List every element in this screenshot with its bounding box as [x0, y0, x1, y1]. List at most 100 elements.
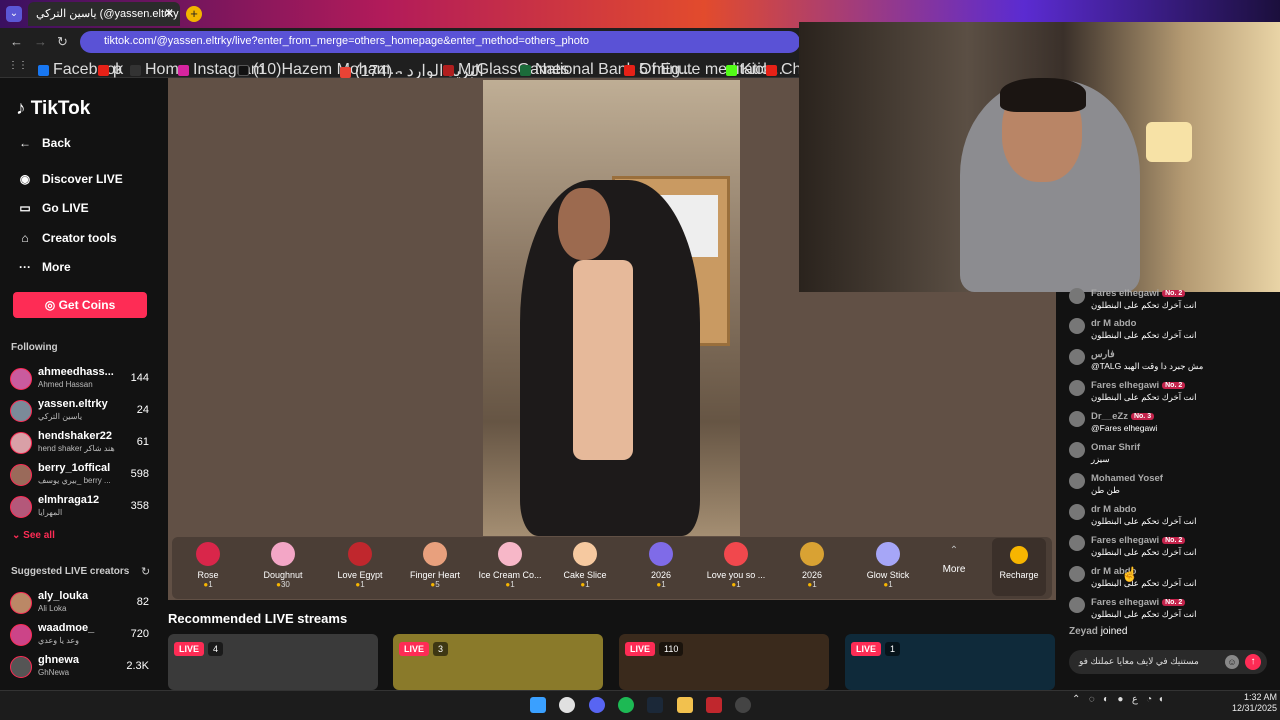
- gift-name: Love Egypt: [337, 570, 383, 580]
- mic-icon[interactable]: ●: [1117, 694, 1123, 705]
- address-bar[interactable]: tiktok.com/@yassen.eltrky/live?enter_fro…: [80, 31, 800, 53]
- gift-item[interactable]: Doughnut ●30: [245, 540, 321, 589]
- close-tab-icon[interactable]: ✕: [164, 6, 174, 20]
- rank-badge: No. 2: [1162, 537, 1186, 544]
- see-all-link[interactable]: ⌄ See all: [12, 530, 55, 541]
- gift-item[interactable]: Love you so ... ●1: [698, 540, 774, 589]
- chat-username[interactable]: فارس: [1091, 349, 1115, 360]
- get-coins-button[interactable]: ◎ Get Coins: [13, 292, 147, 318]
- discover-live-icon: ◉: [19, 172, 31, 186]
- file-explorer-icon[interactable]: [677, 697, 693, 713]
- chat-username[interactable]: Fares elhegawi No. 2: [1091, 380, 1186, 391]
- avatar[interactable]: [1069, 566, 1085, 582]
- more-gifts-button[interactable]: ⌃ More: [936, 545, 972, 575]
- gift-item[interactable]: Love Egypt ●1: [322, 540, 398, 589]
- avatar[interactable]: [1069, 504, 1085, 520]
- discord-icon[interactable]: [589, 697, 605, 713]
- emoji-icon[interactable]: ☺: [1225, 655, 1239, 669]
- gift-item[interactable]: Cake Slice ●1: [547, 540, 623, 589]
- chat-message: Fares elhegawi No. 2 انت آخرك تحكم على الب…: [1069, 535, 1265, 565]
- avatar[interactable]: [1069, 473, 1085, 489]
- more-link[interactable]: ··· More: [16, 260, 71, 274]
- gift-item[interactable]: Glow Stick ●1: [850, 540, 926, 589]
- stream-card[interactable]: LIVE 4: [168, 634, 378, 690]
- suggested-item[interactable]: aly_louka Ali Loka 82: [10, 590, 155, 620]
- apps-icon[interactable]: ⋮⋮: [8, 60, 28, 71]
- stream-card[interactable]: LIVE 110: [619, 634, 829, 690]
- following-item[interactable]: ahmeedhass... Ahmed Hassan 144: [10, 366, 155, 396]
- bookmark-kick[interactable]: Kick: [726, 61, 771, 79]
- windows-start-icon[interactable]: [530, 697, 546, 713]
- reload-icon[interactable]: ↻: [57, 34, 68, 50]
- chevron-up-icon[interactable]: ⌃: [1072, 694, 1080, 705]
- controller-icon[interactable]: ◐: [1103, 694, 1109, 705]
- recharge-button[interactable]: Recharge: [992, 538, 1046, 596]
- suggested-item[interactable]: ghnewa GhNewa 2.3K: [10, 654, 155, 684]
- chat-username[interactable]: Omar Shrif: [1091, 442, 1140, 453]
- wifi-icon[interactable]: ◔: [1146, 694, 1152, 705]
- send-button[interactable]: ↑: [1245, 654, 1261, 670]
- obs-icon[interactable]: [735, 697, 751, 713]
- gift-item[interactable]: Rose ●1: [170, 540, 246, 589]
- chat-message: فارس @TALG مش جبرد دا وقت الهبد: [1069, 349, 1265, 379]
- gift-item[interactable]: Finger Heart ●5: [397, 540, 473, 589]
- go-live-link[interactable]: ▭ Go LIVE: [16, 201, 88, 215]
- network-icon[interactable]: ◌: [1089, 694, 1095, 705]
- gift-icon: [649, 542, 673, 566]
- creator-tools-link[interactable]: ⌂ Creator tools: [16, 231, 116, 245]
- stream-card[interactable]: LIVE 3: [393, 634, 603, 690]
- back-icon[interactable]: ←: [10, 34, 23, 49]
- video-shirt: [573, 260, 633, 460]
- following-item[interactable]: elmhraga12 المهرايا 358: [10, 494, 155, 524]
- gift-item[interactable]: Ice Cream Co... ●1: [472, 540, 548, 589]
- tiktok-logo[interactable]: ♪ TikTok: [16, 98, 90, 120]
- avatar[interactable]: [1069, 442, 1085, 458]
- app-icon[interactable]: [706, 697, 722, 713]
- gift-name: 2026: [801, 570, 823, 580]
- viewer-count: 110: [659, 642, 684, 656]
- browser-tab[interactable]: ياسين التركي (@yassen.eltrky ✕: [28, 2, 180, 26]
- discover-live-link[interactable]: ◉ Discover LIVE: [16, 172, 123, 186]
- gift-item[interactable]: 2026 ●1: [774, 540, 850, 589]
- tab-search-icon[interactable]: ⌄: [6, 6, 22, 22]
- gift-name: Rose: [197, 570, 219, 580]
- new-tab-button[interactable]: +: [186, 6, 202, 22]
- coin-icon: [1010, 546, 1028, 564]
- gift-icon: [271, 542, 295, 566]
- back-button[interactable]: ← Back: [16, 136, 71, 150]
- avatar[interactable]: [1069, 535, 1085, 551]
- refresh-icon[interactable]: ↻: [141, 565, 150, 578]
- avatar[interactable]: [1069, 288, 1085, 304]
- bookmark-p[interactable]: p: [98, 61, 122, 79]
- spotify-icon[interactable]: [618, 697, 634, 713]
- avatar[interactable]: [1069, 380, 1085, 396]
- chrome-icon[interactable]: [559, 697, 575, 713]
- gift-icon: [573, 542, 597, 566]
- following-item[interactable]: berry_1offical بيري يوسف_ berry ... 598: [10, 462, 155, 492]
- gift-icon: [800, 542, 824, 566]
- chat-username[interactable]: dr M abdo: [1091, 318, 1136, 329]
- forward-icon[interactable]: →: [34, 34, 47, 49]
- gift-name: Love you so ...: [706, 570, 766, 580]
- stream-card[interactable]: LIVE 1: [845, 634, 1055, 690]
- avatar[interactable]: [1069, 411, 1085, 427]
- following-item[interactable]: hendshaker22 hend shaker هند شاكر 61: [10, 430, 155, 460]
- chat-username[interactable]: Fares elhegawi No. 2: [1091, 288, 1186, 299]
- chat-username[interactable]: Fares elhegawi No. 2: [1091, 597, 1186, 608]
- volume-icon[interactable]: ◖: [1158, 694, 1164, 705]
- suggested-item[interactable]: waadmoe_ وعد يا وعدي 720: [10, 622, 155, 652]
- avatar[interactable]: [1069, 318, 1085, 334]
- avatar[interactable]: [1069, 597, 1085, 613]
- chat-username[interactable]: dr M abdo: [1091, 504, 1136, 515]
- following-item[interactable]: yassen.eltrky ياسين التركي 24: [10, 398, 155, 428]
- avatar: [10, 592, 32, 614]
- chat-username[interactable]: Mohamed Yosef: [1091, 473, 1163, 484]
- steam-icon[interactable]: [647, 697, 663, 713]
- gift-item[interactable]: 2026 ●1: [623, 540, 699, 589]
- rank-badge: No. 2: [1162, 599, 1186, 606]
- language-indicator[interactable]: ع: [1132, 694, 1138, 705]
- chat-username[interactable]: Fares elhegawi No. 2: [1091, 535, 1186, 546]
- chat-username[interactable]: Dr__eZz No. 3: [1091, 411, 1155, 422]
- avatar[interactable]: [1069, 349, 1085, 365]
- clock[interactable]: 1:32 AM 12/31/2025: [1232, 692, 1277, 714]
